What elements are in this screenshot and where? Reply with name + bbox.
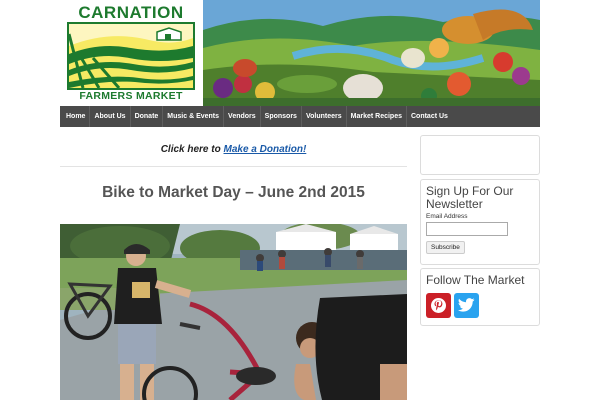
site-header: CARNATION FARMERS MARKET bbox=[60, 0, 540, 106]
content-divider bbox=[60, 166, 407, 167]
nav-item-sponsors[interactable]: Sponsors bbox=[261, 106, 302, 127]
post-title: Bike to Market Day – June 2nd 2015 bbox=[102, 184, 365, 201]
pinterest-icon[interactable] bbox=[426, 292, 451, 318]
subscribe-button[interactable]: Subscribe bbox=[426, 241, 465, 254]
donation-link[interactable]: Make a Donation! bbox=[224, 144, 307, 155]
logo-subtitle: FARMERS MARKET bbox=[79, 90, 183, 102]
nav-item-vendors[interactable]: Vendors bbox=[224, 106, 261, 127]
email-field[interactable] bbox=[426, 222, 508, 236]
donation-prefix: Click here to bbox=[160, 144, 221, 155]
newsletter-title: Sign Up For Our Newsletter bbox=[426, 184, 514, 211]
newsletter-widget: Sign Up For Our Newsletter Email Address… bbox=[420, 179, 540, 265]
email-label: Email Address bbox=[426, 213, 468, 220]
nav-item-volunteers[interactable]: Volunteers bbox=[302, 106, 347, 127]
logo-title: CARNATION bbox=[78, 3, 184, 22]
nav-item-about-us[interactable]: About Us bbox=[90, 106, 131, 127]
main-nav: Home About Us Donate Music & Events Vend… bbox=[60, 106, 540, 127]
nav-item-market-recipes[interactable]: Market Recipes bbox=[347, 106, 407, 127]
site-logo[interactable]: CARNATION FARMERS MARKET bbox=[60, 0, 203, 106]
social-links bbox=[421, 287, 539, 318]
logo-farm-illustration bbox=[67, 22, 195, 90]
twitter-icon[interactable] bbox=[454, 292, 479, 318]
nav-item-contact-us[interactable]: Contact Us bbox=[407, 106, 452, 127]
header-painting bbox=[203, 0, 540, 106]
donation-callout: Click here to Make a Donation! bbox=[60, 144, 407, 155]
nav-item-music-events[interactable]: Music & Events bbox=[163, 106, 225, 127]
nav-item-home[interactable]: Home bbox=[62, 106, 91, 127]
follow-widget: Follow The Market bbox=[420, 268, 540, 326]
sidebar-empty-widget bbox=[420, 135, 540, 175]
follow-title: Follow The Market bbox=[426, 273, 525, 287]
nav-item-donate[interactable]: Donate bbox=[131, 106, 164, 127]
post-photo bbox=[60, 224, 407, 400]
